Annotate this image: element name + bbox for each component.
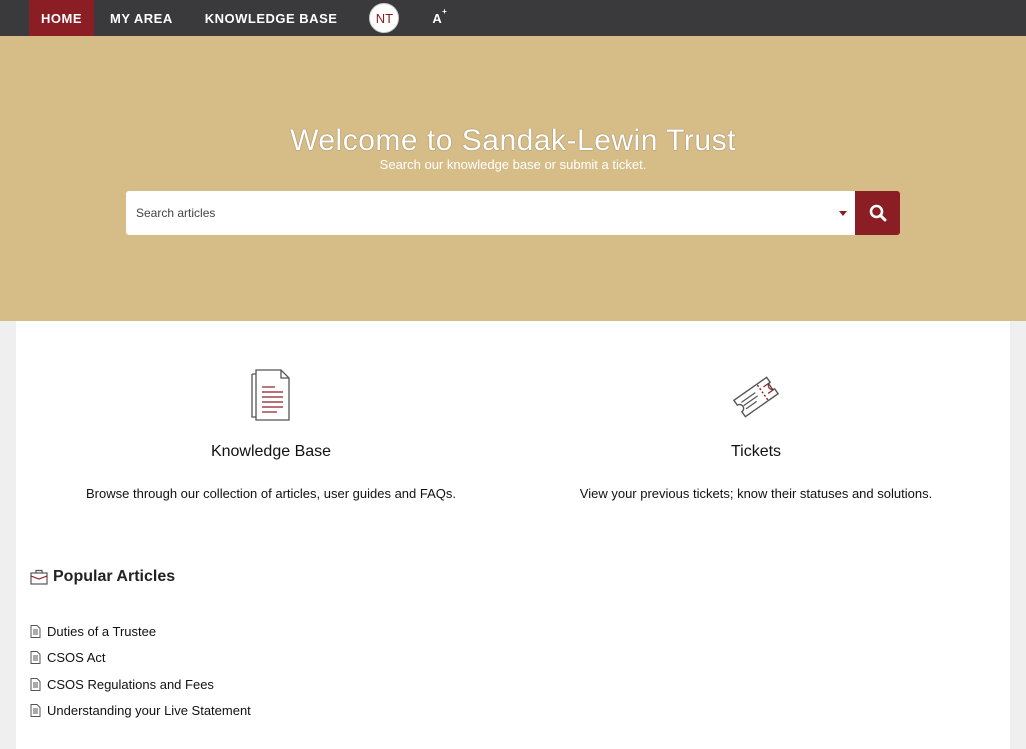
main-content: Knowledge Base Browse through our collec…	[16, 321, 1010, 749]
article-title: CSOS Act	[47, 650, 106, 666]
article-link[interactable]: Understanding your Live Statement	[30, 694, 251, 729]
font-size-toggle[interactable]: A +	[432, 7, 446, 26]
tickets-description: View your previous tickets; know their s…	[579, 486, 933, 501]
avatar-initials: NT	[375, 10, 394, 26]
search-input[interactable]	[126, 206, 826, 220]
font-toggle-sup: +	[442, 6, 447, 16]
article-icon	[30, 677, 41, 691]
article-icon	[30, 704, 41, 718]
top-nav: HOME MY AREA KNOWLEDGE BASE NT A +	[0, 0, 1026, 36]
search-box	[126, 191, 855, 235]
document-icon	[251, 369, 290, 421]
popular-articles-label: Popular Articles	[53, 568, 176, 585]
article-title: Duties of a Trustee	[47, 623, 157, 639]
search-bar	[126, 191, 900, 235]
article-icon	[30, 624, 41, 638]
article-icon	[30, 651, 41, 665]
ticket-icon	[732, 376, 780, 418]
knowledge-base-description: Browse through our collection of article…	[86, 486, 456, 501]
tickets-title[interactable]: Tickets	[521, 443, 991, 461]
search-dropdown-caret-icon[interactable]	[839, 211, 847, 216]
briefcase-icon	[30, 569, 48, 585]
popular-articles-heading: Popular Articles	[30, 568, 175, 586]
popular-articles-list: Duties of a Trustee CSOS Act CSOS Regula…	[30, 614, 251, 728]
font-toggle-label: A	[432, 10, 442, 26]
article-title: CSOS Regulations and Fees	[47, 676, 214, 692]
nav-my-area[interactable]: MY AREA	[94, 0, 189, 36]
hero-title: Welcome to Sandak-Lewin Trust	[290, 124, 736, 157]
hero-banner: Welcome to Sandak-Lewin Trust Search our…	[0, 36, 1026, 321]
nav-home[interactable]: HOME	[29, 0, 94, 36]
knowledge-base-title[interactable]: Knowledge Base	[36, 443, 506, 461]
hero-subtitle: Search our knowledge base or submit a ti…	[379, 157, 647, 172]
search-icon	[869, 204, 886, 222]
search-button[interactable]	[855, 191, 900, 235]
user-avatar[interactable]: NT	[369, 3, 400, 33]
nav-knowledge-base[interactable]: KNOWLEDGE BASE	[189, 0, 354, 36]
article-title: Understanding your Live Statement	[47, 703, 251, 719]
